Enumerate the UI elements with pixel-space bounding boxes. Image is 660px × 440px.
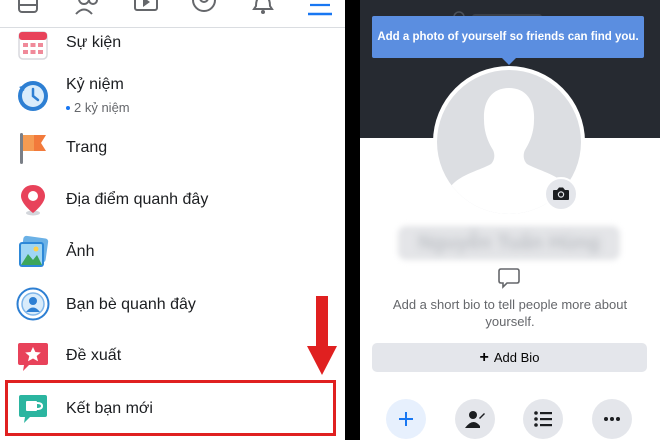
- unread-dot: [66, 105, 70, 110]
- menu-item-label: Đề xuất: [66, 347, 122, 364]
- profile-icon[interactable]: [192, 0, 216, 16]
- notifications-bell-icon[interactable]: [251, 0, 275, 16]
- change-photo-button[interactable]: [544, 177, 578, 211]
- list-icon: [534, 411, 552, 427]
- flag-icon: [16, 131, 50, 165]
- menu-item-memories[interactable]: Kỷ niệm 2 kỷ niệm: [0, 70, 345, 122]
- home-icon[interactable]: [16, 0, 40, 16]
- watch-icon[interactable]: [133, 0, 159, 16]
- friends-icon[interactable]: [74, 0, 102, 16]
- menu-item-photos[interactable]: Ảnh: [0, 226, 345, 278]
- panel-divider: [345, 0, 360, 440]
- add-to-story-button[interactable]: [386, 399, 426, 439]
- nearby-friends-icon: [16, 287, 50, 321]
- memories-count: 2 kỷ niệm: [74, 100, 130, 115]
- edit-person-icon: [465, 411, 485, 428]
- more-options-button[interactable]: [592, 399, 632, 439]
- menu-item-sublabel: 2 kỷ niệm: [66, 100, 130, 115]
- menu-item-label: Kỷ niệm: [66, 76, 124, 93]
- menu-item-recommendations[interactable]: Đề xuất: [0, 330, 345, 382]
- calendar-icon: [16, 28, 50, 62]
- menu-item-pages[interactable]: Trang: [0, 122, 345, 174]
- profile-panel: Add a photo of yourself so friends can f…: [360, 0, 660, 440]
- location-pin-icon: [16, 183, 50, 217]
- activity-log-button[interactable]: [523, 399, 563, 439]
- plus-icon: [399, 412, 413, 426]
- menu-item-label: Sự kiện: [66, 34, 122, 51]
- menu-item-nearby-places[interactable]: Địa điểm quanh đây: [0, 174, 345, 226]
- add-photo-tooltip[interactable]: Add a photo of yourself so friends can f…: [372, 16, 644, 65]
- highlight-box: [5, 380, 336, 436]
- more-dots-icon: [604, 417, 620, 421]
- menu-item-label: Trang: [66, 139, 108, 156]
- camera-icon: [553, 187, 569, 200]
- add-bio-button[interactable]: + Add Bio: [372, 343, 647, 372]
- down-arrow-annotation: [307, 296, 337, 375]
- menu-item-label: Ảnh: [66, 243, 95, 260]
- add-bio-label: Add Bio: [493, 350, 540, 365]
- recommendations-icon: [16, 339, 50, 373]
- menu-hamburger-icon[interactable]: [308, 0, 332, 16]
- menu-item-nearby-friends[interactable]: Bạn bè quanh đây: [0, 278, 345, 330]
- memories-clock-icon: [16, 79, 50, 113]
- menu-panel: Sự kiện Kỷ niệm 2 kỷ niệm Trang Địa điểm…: [0, 0, 345, 440]
- profile-name: Nguyễn Tuấn Hùng: [418, 232, 600, 254]
- photos-icon: [16, 235, 50, 269]
- tooltip-text: Add a photo of yourself so friends can f…: [377, 31, 639, 43]
- menu-item-label: Địa điểm quanh đây: [66, 191, 209, 208]
- menu-item-label: Bạn bè quanh đây: [66, 296, 196, 313]
- menu-item-events[interactable]: Sự kiện: [0, 16, 345, 68]
- bio-prompt: Add a short bio to tell people more abou…: [392, 297, 628, 329]
- speech-bubble-icon: [498, 268, 520, 289]
- edit-profile-button[interactable]: [455, 399, 495, 439]
- plus-icon: +: [479, 348, 489, 366]
